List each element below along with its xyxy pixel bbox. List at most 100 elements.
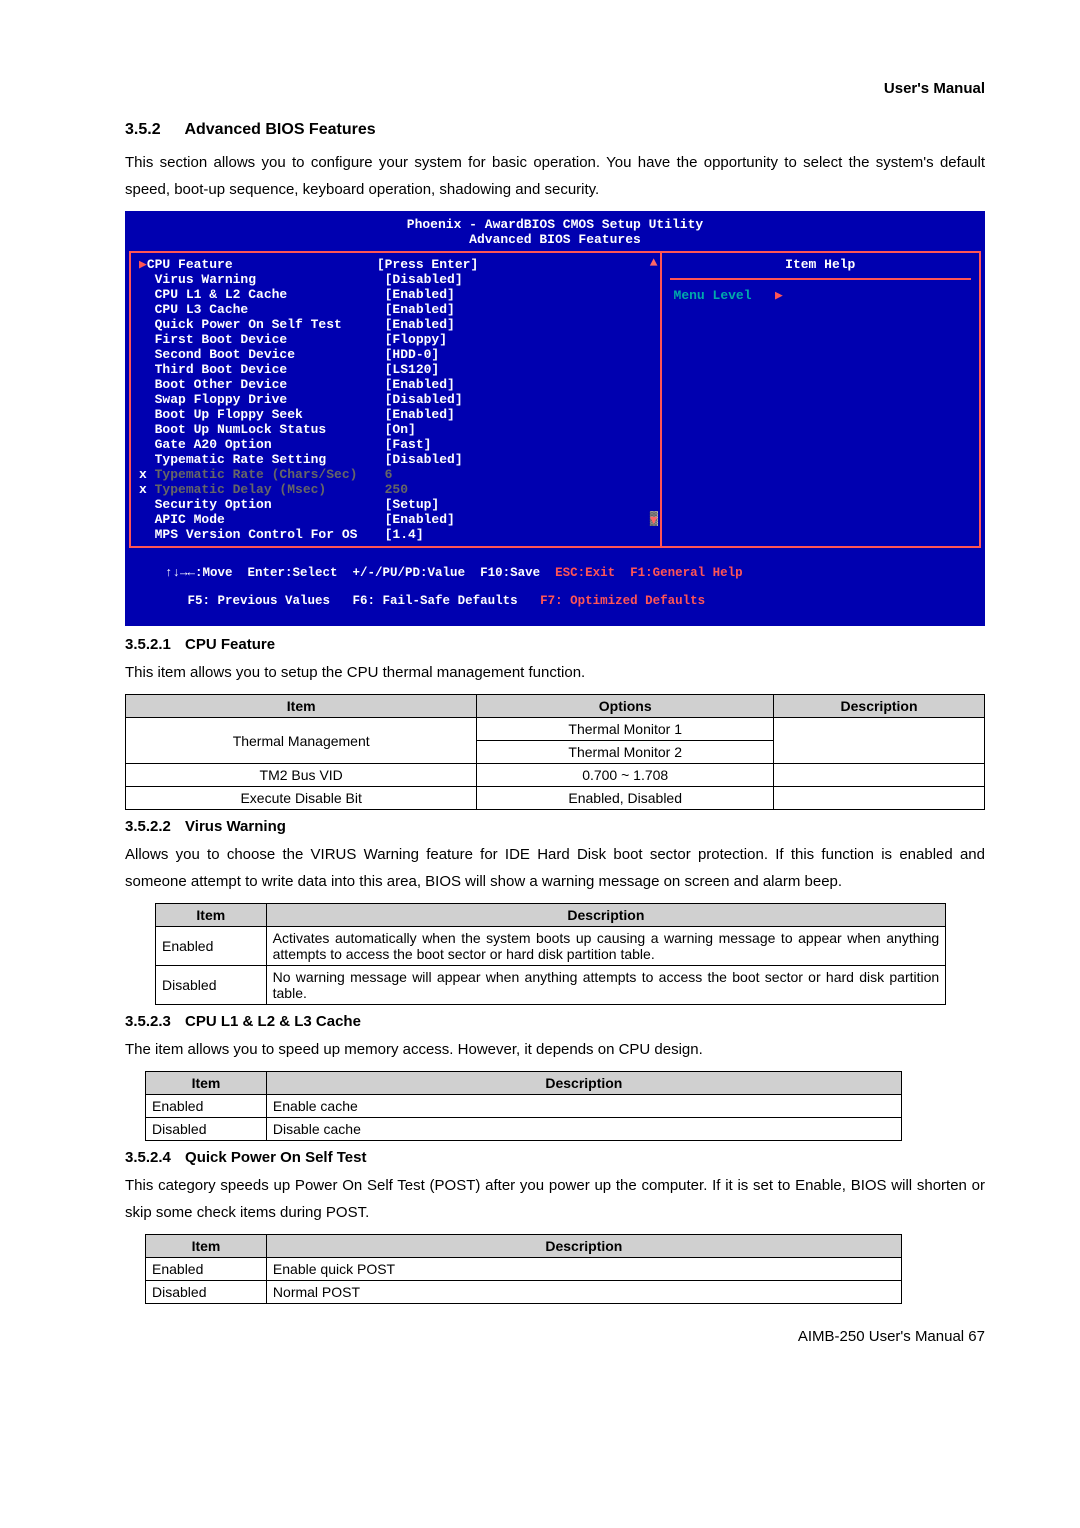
bios-setting-row[interactable]: Boot Up Floppy Seek [Enabled] — [139, 407, 652, 422]
table-cell: Enable cache — [266, 1095, 901, 1118]
setting-label: Typematic Rate (Chars/Sec) — [155, 467, 385, 482]
table-cell: Execute Disable Bit — [126, 787, 477, 810]
table-cell — [774, 787, 985, 810]
bios-setting-row[interactable]: Quick Power On Self Test [Enabled] — [139, 317, 652, 332]
footer-help-keys: ESC:Exit F1:General Help — [540, 566, 743, 580]
subsection-title: CPU Feature — [185, 636, 275, 653]
table-row: Execute Disable Bit Enabled, Disabled — [126, 787, 985, 810]
cache-table: Item Description Enabled Enable cache Di… — [145, 1071, 902, 1141]
table-cell: No warning message will appear when anyt… — [266, 966, 946, 1005]
subsection-heading: 3.5.2.1 CPU Feature — [125, 636, 985, 653]
bios-setting-row[interactable]: Typematic Rate Setting [Disabled] — [139, 452, 652, 467]
setting-value: 250 — [385, 482, 408, 497]
table-header: Item — [126, 695, 477, 718]
setting-label: Virus Warning — [155, 272, 385, 287]
table-cell: Thermal Monitor 1 — [477, 718, 774, 741]
setting-label: Typematic Rate Setting — [155, 452, 385, 467]
setting-label: Boot Other Device — [155, 377, 385, 392]
bios-setting-row[interactable]: Boot Other Device [Enabled] — [139, 377, 652, 392]
subsection-title: Virus Warning — [185, 818, 286, 835]
subsection-title: CPU L1 & L2 & L3 Cache — [185, 1013, 361, 1030]
cpu-feature-table: Item Options Description Thermal Managem… — [125, 694, 985, 810]
bios-menu-level: Menu Level ▶ — [670, 280, 971, 311]
table-header-row: Item Description — [146, 1072, 902, 1095]
setting-value: [Enabled] — [385, 287, 455, 302]
table-cell — [774, 718, 985, 764]
section-heading: 3.5.2 Advanced BIOS Features — [125, 121, 985, 139]
scroll-up-icon[interactable]: ▲ — [650, 255, 658, 270]
setting-value: [Disabled] — [385, 272, 463, 287]
footer-nav-keys: ↑↓→←:Move Enter:Select +/-/PU/PD:Value F… — [165, 566, 540, 580]
setting-value: 6 — [385, 467, 393, 482]
page-footer: AIMB-250 User's Manual 67 — [125, 1328, 985, 1345]
running-header: User's Manual — [125, 80, 985, 97]
table-cell: Enabled — [146, 1258, 267, 1281]
table-row: Enabled Activates automatically when the… — [156, 927, 946, 966]
setting-label: Quick Power On Self Test — [155, 317, 385, 332]
table-header: Item — [156, 904, 267, 927]
setting-value: [HDD-0] — [385, 347, 440, 362]
bios-setting-row[interactable]: MPS Version Control For OS [1.4] — [139, 527, 652, 542]
table-cell: 0.700 ~ 1.708 — [477, 764, 774, 787]
bios-setting-row[interactable]: x Typematic Rate (Chars/Sec) 6 — [139, 467, 652, 482]
bios-setting-row[interactable]: Gate A20 Option [Fast] — [139, 437, 652, 452]
bios-setting-row[interactable]: Third Boot Device [LS120] — [139, 362, 652, 377]
table-row: Enabled Enable quick POST — [146, 1258, 902, 1281]
table-cell: Enabled — [156, 927, 267, 966]
setting-label: CPU Feature — [147, 257, 377, 272]
bios-setting-row[interactable]: First Boot Device [Floppy] — [139, 332, 652, 347]
bios-setting-row[interactable]: Swap Floppy Drive [Disabled] — [139, 392, 652, 407]
subsection-intro: The item allows you to speed up memory a… — [125, 1036, 985, 1063]
bios-help-title: Item Help — [670, 257, 971, 280]
bios-setting-row[interactable]: CPU L3 Cache [Enabled] — [139, 302, 652, 317]
bios-setting-row[interactable]: Boot Up NumLock Status [On] — [139, 422, 652, 437]
table-cell: Enable quick POST — [266, 1258, 901, 1281]
table-cell: Enabled, Disabled — [477, 787, 774, 810]
bios-setting-row[interactable]: x Typematic Delay (Msec) 250 — [139, 482, 652, 497]
scroll-down-icon[interactable]: ▼ — [650, 513, 658, 528]
table-header: Item — [146, 1235, 267, 1258]
setting-value: [Fast] — [385, 437, 432, 452]
table-cell: Disabled — [156, 966, 267, 1005]
setting-label: Third Boot Device — [155, 362, 385, 377]
setting-label: Boot Up NumLock Status — [155, 422, 385, 437]
bios-setting-row[interactable]: Virus Warning [Disabled] — [139, 272, 652, 287]
bios-setting-row[interactable]: Second Boot Device [HDD-0] — [139, 347, 652, 362]
table-header: Description — [266, 1235, 901, 1258]
setting-label: MPS Version Control For OS — [155, 527, 385, 542]
subsection-number: 3.5.2.1 — [125, 636, 171, 653]
setting-label: Boot Up Floppy Seek — [155, 407, 385, 422]
table-header: Options — [477, 695, 774, 718]
table-row: Enabled Enable cache — [146, 1095, 902, 1118]
table-row: Disabled Normal POST — [146, 1281, 902, 1304]
table-cell: TM2 Bus VID — [126, 764, 477, 787]
setting-label: CPU L1 & L2 Cache — [155, 287, 385, 302]
setting-value: [Setup] — [385, 497, 440, 512]
table-cell: Thermal Monitor 2 — [477, 741, 774, 764]
table-cell: Disabled — [146, 1118, 267, 1141]
bios-setting-row[interactable]: CPU L1 & L2 Cache [Enabled] — [139, 287, 652, 302]
setting-value: [Enabled] — [385, 317, 455, 332]
setting-value: [Enabled] — [385, 302, 455, 317]
subsection-intro: This category speeds up Power On Self Te… — [125, 1172, 985, 1226]
triangle-icon: ▶ — [139, 257, 147, 272]
subsection-intro: This item allows you to setup the CPU th… — [125, 659, 985, 686]
setting-value: [Enabled] — [385, 407, 455, 422]
subsection-heading: 3.5.2.4 Quick Power On Self Test — [125, 1149, 985, 1166]
subsection-number: 3.5.2.4 — [125, 1149, 171, 1166]
table-row: Disabled Disable cache — [146, 1118, 902, 1141]
setting-value: [Floppy] — [385, 332, 447, 347]
subsection-heading: 3.5.2.2 Virus Warning — [125, 818, 985, 835]
setting-value: [Press Enter] — [377, 257, 478, 272]
bios-footer: ↑↓→←:Move Enter:Select +/-/PU/PD:Value F… — [129, 548, 981, 622]
section-intro: This section allows you to configure you… — [125, 149, 985, 203]
table-row: Thermal Management Thermal Monitor 1 — [126, 718, 985, 741]
bios-setting-row[interactable]: APIC Mode [Enabled] — [139, 512, 652, 527]
section-title: Advanced BIOS Features — [184, 121, 375, 138]
bios-setting-row[interactable]: ▶ CPU Feature [Press Enter] — [139, 257, 652, 272]
setting-label: APIC Mode — [155, 512, 385, 527]
bios-setting-row[interactable]: Security Option [Setup] — [139, 497, 652, 512]
x-prefix: x — [139, 482, 155, 497]
footer-defaults-keys: F7: Optimized Defaults — [518, 594, 706, 608]
bios-screen: Phoenix - AwardBIOS CMOS Setup Utility A… — [125, 211, 985, 626]
